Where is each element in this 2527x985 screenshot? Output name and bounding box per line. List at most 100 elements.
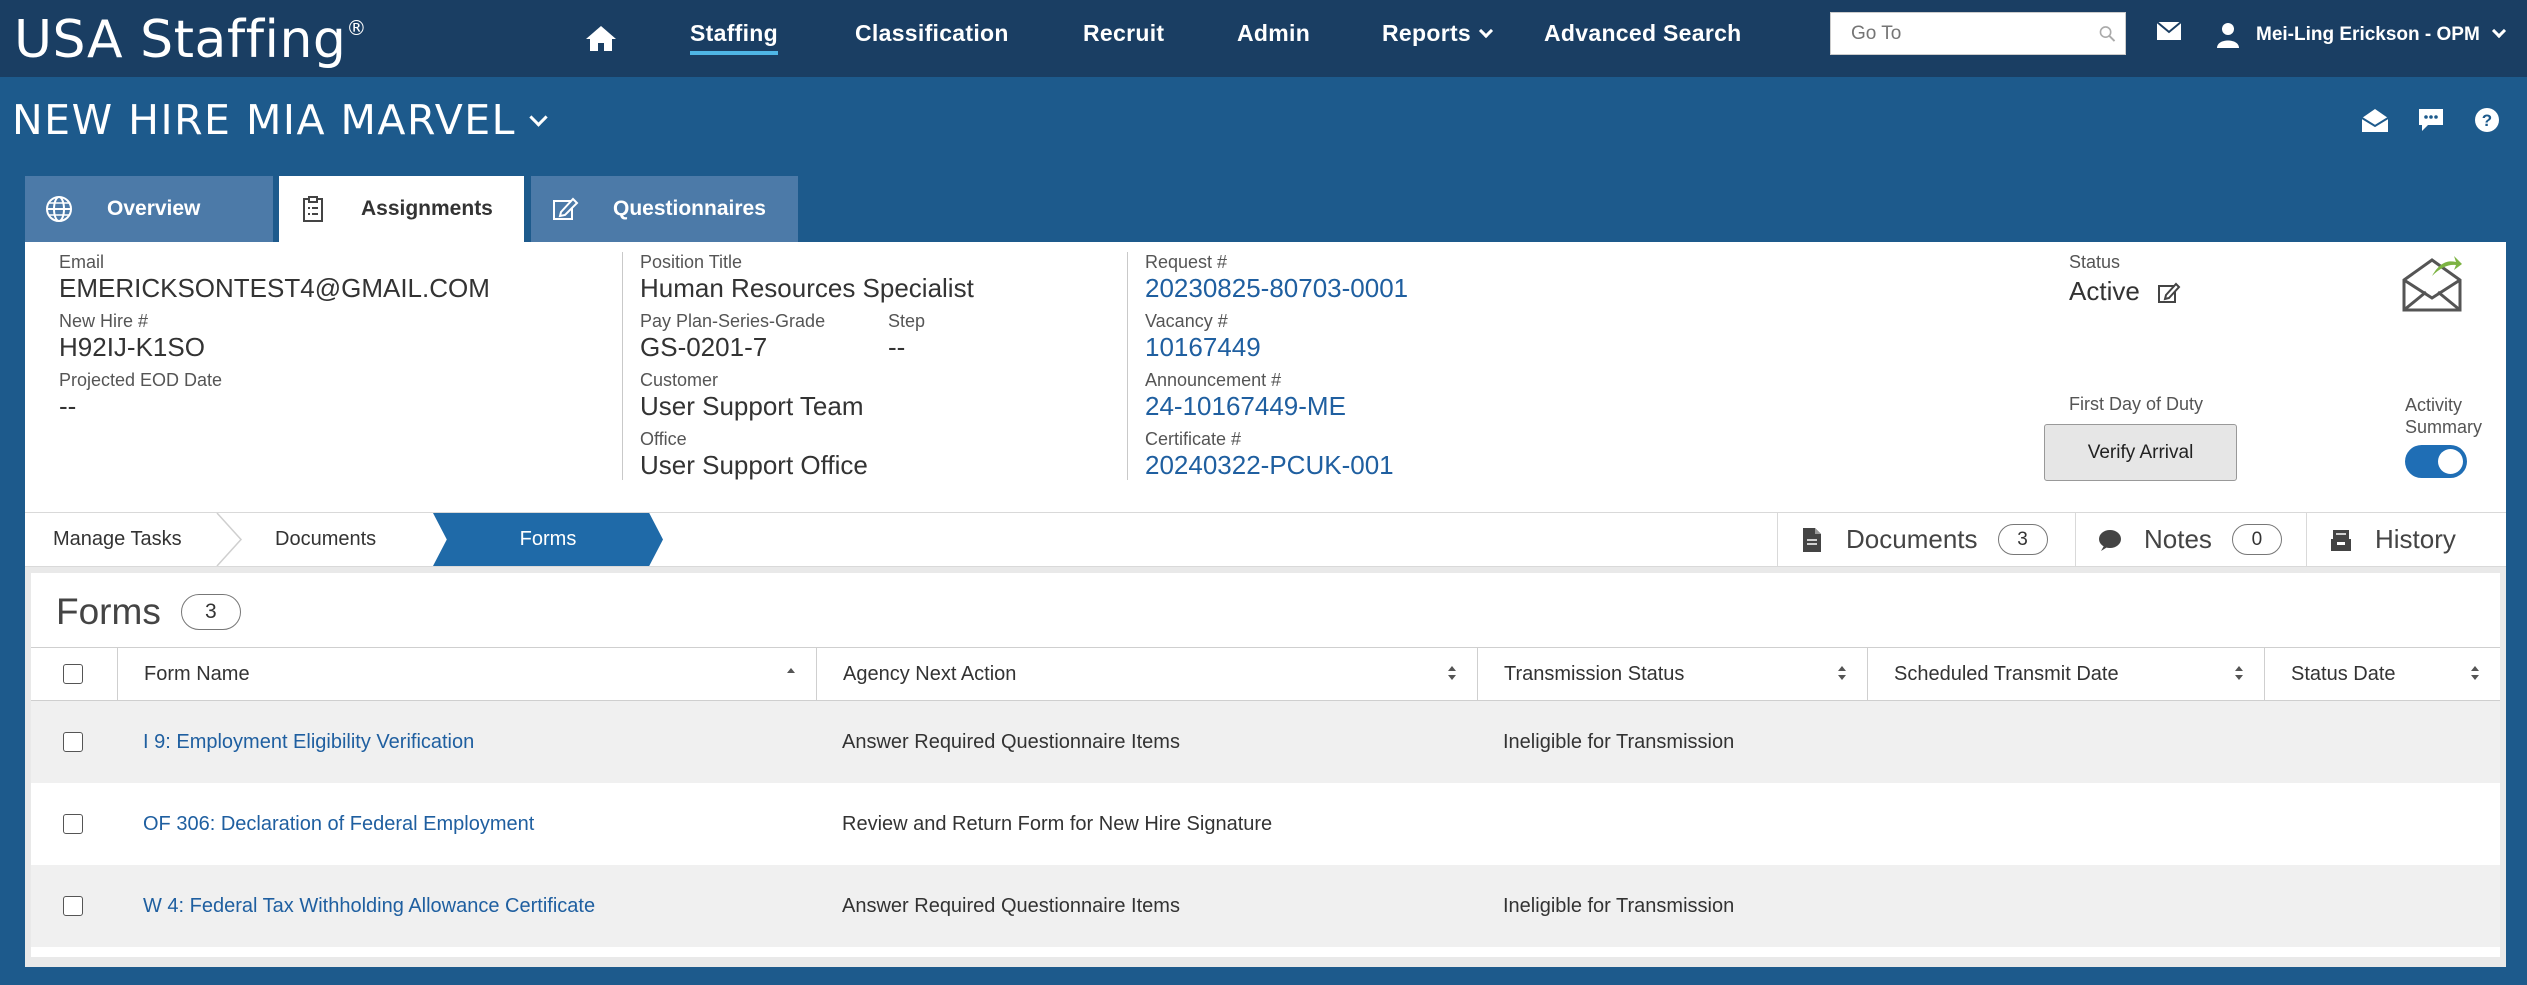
mail-icon[interactable] [2156,20,2182,42]
status-label: Status [2069,252,2121,272]
table-row[interactable]: I 9: Employment Eligibility Verification… [31,701,2500,783]
sort-ascending-icon [787,668,795,673]
sort-icon [1838,666,1846,680]
nav-reports[interactable]: Reports [1382,20,1494,47]
tab-questionnaires[interactable]: Questionnaires [531,176,798,242]
comment-icon[interactable] [2416,106,2446,134]
select-all-checkbox[interactable] [63,664,83,684]
column-header-scheduled-transmit-date[interactable]: Scheduled Transmit Date [1867,648,2264,700]
table-header: Form Name Agency Next Action Transmissio… [31,647,2500,701]
nav-advanced-search[interactable]: Advanced Search [1544,20,1742,47]
column-header-form-name[interactable]: Form Name [117,648,816,700]
step-label: Step [888,311,926,331]
request-number-link[interactable]: 20230825-80703-0001 [1145,273,1408,304]
documents-button[interactable]: Documents 3 [1777,513,2075,566]
home-icon[interactable] [584,24,618,52]
certificate-number-link[interactable]: 20240322-PCUK-001 [1145,450,1394,481]
notes-count-badge: 0 [2231,524,2282,555]
row-checkbox[interactable] [63,896,83,916]
forms-grid: Forms 3 Form Name Agency Next Action Tra… [31,573,2500,957]
tab-assignments-label: Assignments [361,197,493,220]
email-label: Email [59,252,105,272]
vacancy-number-label: Vacancy # [1145,311,1228,331]
column-divider [1127,252,1128,480]
form-name-link[interactable]: W 4: Federal Tax Withholding Allowance C… [143,865,595,947]
activity-summary-toggle[interactable] [2405,445,2467,478]
search-icon[interactable] [2096,16,2119,52]
announcement-number-link[interactable]: 24-10167449-ME [1145,391,1346,422]
notes-button[interactable]: Notes 0 [2075,513,2306,566]
new-hire-summary-panel: Email EMERICKSONTEST4@GMAIL.COM New Hire… [25,242,2506,512]
step-documents[interactable]: Documents [275,513,376,566]
transmission-status-cell: Ineligible for Transmission [1503,894,1735,917]
step-forms-label: Forms [519,528,577,550]
goto-input[interactable] [1831,13,2096,54]
forms-heading: Forms 3 [56,591,241,633]
form-name-link[interactable]: I 9: Employment Eligibility Verification [143,701,474,783]
globe-icon [46,196,72,222]
speech-bubble-icon [2099,529,2121,551]
edit-form-icon [553,197,579,220]
agency-next-action-cell: Review and Return Form for New Hire Sign… [842,812,1273,835]
table-row[interactable]: OF 306: Declaration of Federal Employmen… [31,783,2500,865]
step-separator [216,513,243,566]
table-row[interactable]: W 4: Federal Tax Withholding Allowance C… [31,865,2500,947]
column-header-transmission-status[interactable]: Transmission Status [1477,648,1867,700]
new-hire-number-label: New Hire # [59,311,149,331]
tab-overview-label: Overview [107,197,201,220]
open-envelope-icon[interactable] [2360,106,2390,134]
verify-arrival-button[interactable]: Verify Arrival [2044,424,2237,481]
projected-eod-label: Projected EOD Date [59,370,223,390]
column-divider [622,252,623,480]
customer-label: Customer [640,370,719,390]
certificate-number-label: Certificate # [1145,429,1242,449]
row-checkbox-cell [63,783,83,865]
documents-button-label: Documents [1846,524,1978,554]
step-forms[interactable]: Forms [433,513,663,566]
documents-count-badge: 3 [1997,524,2048,555]
row-checkbox[interactable] [63,814,83,834]
nav-admin[interactable]: Admin [1237,20,1310,47]
tab-assignments[interactable]: Assignments [279,176,524,242]
first-day-of-duty-label: First Day of Duty [2069,394,2204,414]
page-actions: ? [2360,106,2502,134]
help-icon[interactable]: ? [2472,106,2502,134]
tab-overview[interactable]: Overview [25,176,273,242]
history-button[interactable]: History [2306,513,2506,566]
column-header-status-date[interactable]: Status Date [2264,648,2500,700]
document-icon [1803,527,1821,552]
user-icon [2217,23,2239,48]
top-navigation-bar: USA Staffing® Staffing Classification Re… [0,0,2527,77]
sort-icon [2471,666,2479,680]
vacancy-number-link[interactable]: 10167449 [1145,332,1261,363]
column-header-agency-next-action-label: Agency Next Action [843,662,1017,685]
forms-heading-label: Forms [56,591,161,632]
brand-logo[interactable]: USA Staffing® [14,10,367,70]
edit-icon[interactable] [2157,281,2181,305]
agency-next-action-cell: Answer Required Questionnaire Items [842,730,1180,753]
user-menu[interactable]: Mei-Ling Erickson - OPM [2216,20,2506,50]
sort-icon [1448,666,1456,680]
activity-summary-label: Activity Summary [2405,394,2482,438]
chevron-down-icon [1478,23,1494,39]
column-header-agency-next-action[interactable]: Agency Next Action [816,648,1477,700]
column-header-status-date-label: Status Date [2291,662,2396,685]
chevron-down-icon [529,108,548,127]
page-title[interactable]: NEW HIRE MIA MARVEL [12,96,548,144]
toggle-knob [2438,449,2463,474]
notes-button-label: Notes [2144,524,2212,554]
request-number-label: Request # [1145,252,1228,272]
form-name-link[interactable]: OF 306: Declaration of Federal Employmen… [143,783,534,865]
nav-staffing[interactable]: Staffing [690,20,778,55]
nav-recruit[interactable]: Recruit [1083,20,1164,47]
row-checkbox[interactable] [63,732,83,752]
step-manage-tasks[interactable]: Manage Tasks [53,513,182,566]
history-button-label: History [2375,524,2456,554]
position-title-label: Position Title [640,252,743,272]
column-header-form-name-label: Form Name [144,662,250,685]
office-label: Office [640,429,687,449]
email-value: EMERICKSONTEST4@GMAIL.COM [59,273,490,303]
nav-classification[interactable]: Classification [855,20,1009,47]
column-header-scheduled-transmit-date-label: Scheduled Transmit Date [1894,662,2119,685]
archive-icon [2331,529,2351,551]
